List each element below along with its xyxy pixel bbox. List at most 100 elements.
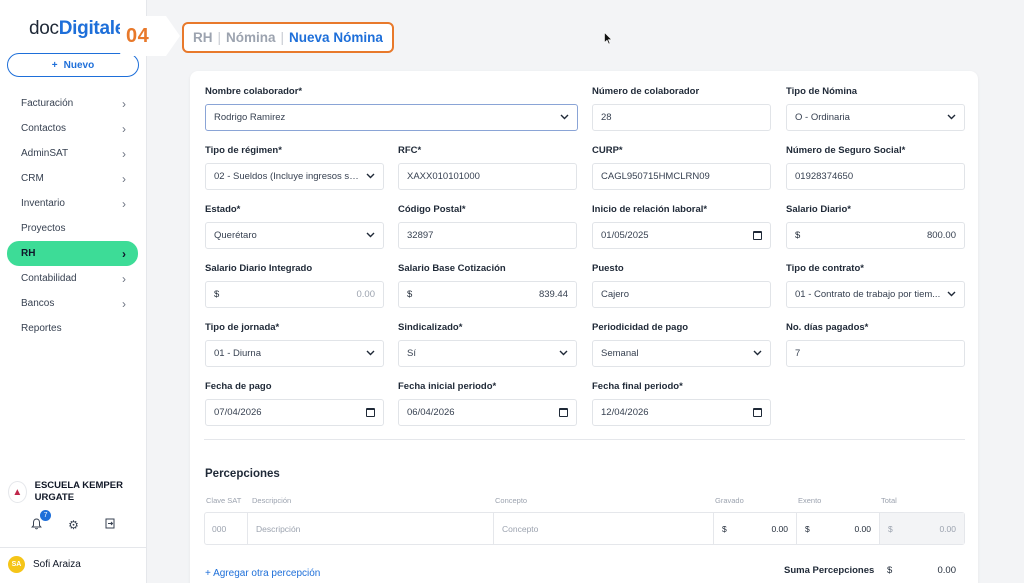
tipo-jornada-select[interactable]: 01 - Diurna: [205, 340, 384, 367]
curp-label: CURP*: [592, 145, 623, 156]
sidebar-item-label: AdminSAT: [21, 148, 69, 159]
numero-colaborador-input[interactable]: 28: [592, 104, 771, 131]
puesto-input[interactable]: Cajero: [592, 281, 771, 308]
fecha-pago-input[interactable]: 07/04/2026: [205, 399, 384, 426]
periodicidad-label: Periodicidad de pago: [592, 322, 689, 333]
concepto-select[interactable]: Concepto: [494, 512, 714, 545]
tipo-regimen-label: Tipo de régimen*: [205, 145, 282, 156]
nombre-colaborador-select[interactable]: Rodrigo Ramirez: [205, 104, 578, 131]
user-profile[interactable]: SA Sofi Araiza: [8, 556, 81, 573]
sidebar-item-rh[interactable]: RH ›: [7, 241, 138, 266]
chevron-down-icon: [560, 112, 569, 123]
bell-icon[interactable]: 7: [31, 510, 52, 533]
fecha-final-field: Fecha final periodo* 12/04/2026: [592, 381, 771, 426]
chevron-down-icon: [366, 348, 375, 359]
sidebar-item-label: RH: [21, 248, 36, 259]
gear-icon[interactable]: ⚙: [68, 518, 79, 533]
page-title: Nueva Nómina: [289, 30, 383, 45]
step-number: 04: [126, 25, 150, 47]
col-clave-sat: Clave SAT: [206, 496, 242, 505]
col-total: Total: [881, 496, 897, 505]
sidebar-item-label: Proyectos: [21, 223, 66, 234]
tipo-contrato-label: Tipo de contrato*: [786, 263, 864, 274]
puesto-label: Puesto: [592, 263, 624, 274]
codigo-postal-input[interactable]: 32897: [398, 222, 577, 249]
nombre-colaborador-field: Nombre colaborador* Rodrigo Ramirez: [205, 86, 578, 131]
calendar-icon[interactable]: [753, 408, 762, 417]
salario-diario-input[interactable]: $800.00: [786, 222, 965, 249]
inicio-relacion-input[interactable]: 01/05/2025: [592, 222, 771, 249]
inicio-relacion-label: Inicio de relación laboral*: [592, 204, 708, 215]
curp-input[interactable]: CAGL950715HMCLRN09: [592, 163, 771, 190]
sidebar-item-bancos[interactable]: Bancos ›: [7, 291, 138, 316]
suma-percepciones-label: Suma Percepciones: [784, 565, 875, 576]
sidebar-item-reportes[interactable]: Reportes: [7, 316, 138, 341]
chevron-right-icon: ›: [122, 121, 126, 136]
calendar-icon[interactable]: [753, 231, 762, 240]
gravado-input[interactable]: $0.00: [714, 512, 797, 545]
logout-icon[interactable]: [105, 518, 116, 533]
rfc-input[interactable]: XAXX010101000: [398, 163, 577, 190]
sidebar-item-contactos[interactable]: Contactos ›: [7, 116, 138, 141]
sindicalizado-select[interactable]: Sí: [398, 340, 577, 367]
sidebar: docDigitales + Nuevo Facturación › Contact…: [0, 0, 147, 583]
sidebar-item-contabilidad[interactable]: Contabilidad ›: [7, 266, 138, 291]
sidebar-item-label: Facturación: [21, 98, 74, 109]
dias-pagados-label: No. días pagados*: [786, 322, 869, 333]
breadcrumb-rh[interactable]: RH: [193, 30, 213, 45]
chevron-right-icon: ›: [122, 271, 126, 286]
fecha-pago-field: Fecha de pago 07/04/2026: [205, 381, 384, 426]
fecha-inicial-input[interactable]: 06/04/2026: [398, 399, 577, 426]
puesto-field: Puesto Cajero: [592, 263, 771, 308]
numero-colaborador-label: Número de colaborador: [592, 86, 700, 97]
rfc-field: RFC* XAXX010101000: [398, 145, 577, 190]
chevron-right-icon: ›: [122, 196, 126, 211]
section-divider: [204, 439, 965, 440]
sidebar-item-inventario[interactable]: Inventario ›: [7, 191, 138, 216]
tipo-contrato-select[interactable]: 01 - Contrato de trabajo por tiem...: [786, 281, 965, 308]
user-name: Sofi Araiza: [33, 559, 81, 570]
fecha-inicial-field: Fecha inicial periodo* 06/04/2026: [398, 381, 577, 426]
tipo-nomina-field: Tipo de Nómina O - Ordinaria: [786, 86, 965, 131]
sidebar-item-proyectos[interactable]: Proyectos: [7, 216, 138, 241]
descripcion-input[interactable]: Descripción: [248, 512, 494, 545]
sidebar-actions: 7 ⚙: [0, 510, 147, 533]
clave-sat-input[interactable]: 000: [204, 512, 248, 545]
chevron-down-icon: [947, 112, 956, 123]
sdi-input[interactable]: $0.00: [205, 281, 384, 308]
calendar-icon[interactable]: [559, 408, 568, 417]
tipo-jornada-field: Tipo de jornada* 01 - Diurna: [205, 322, 384, 367]
sidebar-item-label: Reportes: [21, 323, 62, 334]
salario-diario-label: Salario Diario*: [786, 204, 851, 215]
chevron-down-icon: [366, 230, 375, 241]
sdi-field: Salario Diario Integrado $0.00: [205, 263, 384, 308]
calendar-icon[interactable]: [366, 408, 375, 417]
tipo-regimen-select[interactable]: 02 - Sueldos (Incluye ingresos se...: [205, 163, 384, 190]
organization-switcher[interactable]: ▲ ESCUELA KEMPER URGATE: [8, 480, 143, 504]
sidebar-item-label: Contabilidad: [21, 273, 77, 284]
estado-select[interactable]: Querétaro: [205, 222, 384, 249]
sidebar-item-facturación[interactable]: Facturación ›: [7, 91, 138, 116]
rfc-label: RFC*: [398, 145, 422, 156]
sidebar-item-crm[interactable]: CRM ›: [7, 166, 138, 191]
dias-pagados-input[interactable]: 7: [786, 340, 965, 367]
tipo-jornada-label: Tipo de jornada*: [205, 322, 280, 333]
suma-currency: $: [887, 565, 893, 576]
breadcrumb-nomina[interactable]: Nómina: [226, 30, 276, 45]
dias-pagados-field: No. días pagados* 7: [786, 322, 965, 367]
tipo-nomina-select[interactable]: O - Ordinaria: [786, 104, 965, 131]
sidebar-item-adminsat[interactable]: AdminSAT ›: [7, 141, 138, 166]
estado-label: Estado*: [205, 204, 241, 215]
sbc-input[interactable]: $839.44: [398, 281, 577, 308]
exento-input[interactable]: $0.00: [797, 512, 880, 545]
periodicidad-select[interactable]: Semanal: [592, 340, 771, 367]
sidebar-nav: Facturación › Contactos › AdminSAT › CRM › Inven…: [7, 91, 138, 341]
chevron-down-icon: [559, 348, 568, 359]
suma-percepciones-value: 0.00: [937, 565, 957, 576]
nss-input[interactable]: 01928374650: [786, 163, 965, 190]
fecha-final-input[interactable]: 12/04/2026: [592, 399, 771, 426]
add-percepcion-link[interactable]: + Agregar otra percepción: [205, 568, 320, 579]
chevron-down-icon: [753, 348, 762, 359]
chevron-down-icon: [366, 171, 375, 182]
fecha-inicial-label: Fecha inicial periodo*: [398, 381, 497, 392]
